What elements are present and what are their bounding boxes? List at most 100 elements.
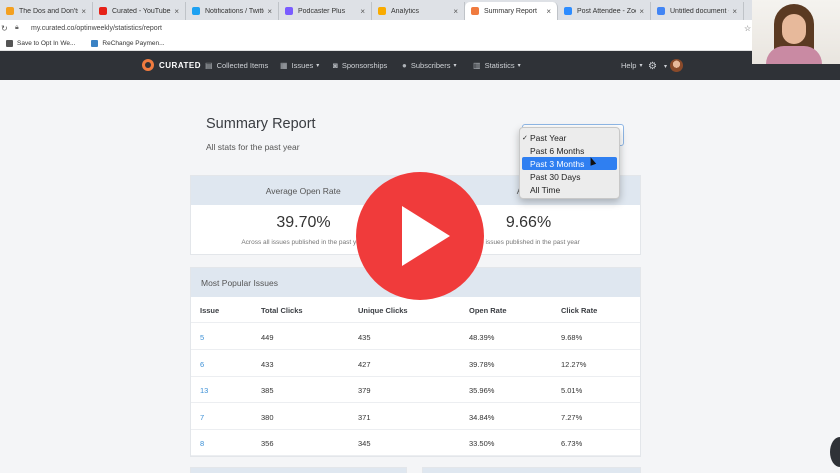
- settings-menu[interactable]: ⚙ ▾: [648, 61, 667, 72]
- nav-statistics[interactable]: ▥ Statistics ▾: [473, 61, 521, 70]
- issue-link[interactable]: 6: [200, 360, 204, 369]
- nav-label: Help: [621, 61, 637, 70]
- table-cell: 12.27%: [561, 359, 587, 369]
- page-title: Summary Report: [206, 116, 316, 132]
- page-subtitle: All stats for the past year: [206, 142, 300, 152]
- table-header-row: Issue Total Clicks Unique Clicks Open Ra…: [191, 297, 640, 323]
- menu-item[interactable]: Past 6 Months: [520, 144, 619, 157]
- brand-logo[interactable]: CURATED: [142, 59, 201, 71]
- nav-collected-items[interactable]: ▤ Collected Items: [205, 61, 268, 70]
- webcam-overlay: [752, 0, 840, 64]
- nav-label: Sponsorships: [341, 61, 388, 70]
- browser-tab[interactable]: Untitled document - G×: [651, 2, 744, 20]
- app-navbar: CURATED ▤ Collected Items ▦ Issues ▾ ◙ S…: [0, 51, 840, 80]
- nav-sponsorships[interactable]: ◙ Sponsorships: [333, 61, 387, 70]
- menu-item[interactable]: Past 30 Days: [520, 170, 619, 183]
- browser-tab[interactable]: Summary Report ×: [465, 2, 558, 20]
- play-button[interactable]: [356, 172, 484, 300]
- nav-issues[interactable]: ▦ Issues ▾: [280, 61, 319, 70]
- tab-close-icon[interactable]: ×: [267, 7, 272, 16]
- browser-tab[interactable]: Podcaster Plus ×: [279, 2, 372, 20]
- table-cell: 433: [261, 359, 274, 369]
- tab-close-icon[interactable]: ×: [81, 7, 86, 16]
- menu-item[interactable]: All Time: [520, 183, 619, 196]
- nav-label: Statistics: [484, 61, 515, 70]
- bookmark-item[interactable]: Save to Opt In We...: [6, 39, 76, 47]
- column-header: Open Rate: [469, 306, 507, 315]
- table-cell: 379: [358, 386, 371, 395]
- nav-subscribers[interactable]: ● Subscribers ▾: [402, 61, 456, 70]
- tab-favicon-icon: [285, 7, 293, 15]
- tab-close-icon[interactable]: ×: [453, 7, 458, 16]
- bookmark-item[interactable]: ReChange Paymen...: [91, 39, 165, 47]
- table-cell: 33.50%: [469, 439, 495, 448]
- reload-icon[interactable]: ↻: [1, 24, 11, 33]
- nav-label: Collected Items: [216, 61, 269, 70]
- bar-chart-icon: ▥: [473, 61, 481, 70]
- url-field[interactable]: my.curated.co/optinweekly/statistics/rep…: [31, 25, 162, 32]
- table-cell: 435: [358, 333, 371, 342]
- tab-title: Curated - YouTube: [112, 7, 171, 15]
- browser-tab[interactable]: Notifications / Twitter ×: [186, 2, 279, 20]
- table-cell: 48.39%: [469, 333, 495, 342]
- tab-title: Summary Report: [484, 7, 537, 15]
- address-bar: ↻ 🔒︎ my.curated.co/optinweekly/statistic…: [0, 20, 840, 36]
- tab-favicon-icon: [6, 7, 14, 15]
- browser-tab-strip: The Dos and Don'ts of×Curated - YouTube×…: [0, 0, 840, 20]
- table-cell: 5.01%: [561, 386, 583, 395]
- issue-link[interactable]: 7: [200, 413, 204, 422]
- bookmark-star-icon[interactable]: ☆: [744, 24, 751, 33]
- tab-close-icon[interactable]: ×: [174, 7, 179, 16]
- column-header: Click Rate: [561, 306, 598, 315]
- table-row: 5 449 435 48.39% 9.68%: [191, 324, 640, 350]
- column-header: Total Clicks: [261, 306, 303, 315]
- table-cell: 449: [261, 333, 274, 342]
- lock-icon[interactable]: 🔒︎: [15, 24, 25, 32]
- tab-favicon-icon: [564, 7, 572, 15]
- tab-title: Podcaster Plus: [298, 7, 346, 15]
- column-header: Issue: [200, 306, 220, 315]
- caret-down-icon: ▾: [517, 63, 521, 69]
- nav-help[interactable]: Help ▾: [621, 61, 642, 70]
- tab-title: Post Attendee - Zoom: [577, 7, 636, 15]
- tab-favicon-icon: [378, 7, 386, 15]
- table-cell: 35.96%: [469, 386, 495, 395]
- bookmark-label: Save to Opt In We...: [17, 39, 76, 47]
- avatar[interactable]: [670, 59, 683, 72]
- table-cell: 39.78%: [469, 359, 495, 369]
- menu-item-label: Past 6 Months: [530, 145, 585, 156]
- tab-close-icon[interactable]: ×: [360, 7, 365, 16]
- menu-item[interactable]: ✓ Past Year: [520, 131, 619, 144]
- tab-favicon-icon: [99, 7, 107, 15]
- table-cell: 356: [261, 439, 274, 448]
- caret-down-icon: ▾: [316, 63, 320, 69]
- browser-tab[interactable]: Analytics ×: [372, 2, 465, 20]
- table-cell: 6.73%: [561, 439, 583, 448]
- browser-tab[interactable]: Curated - YouTube ×: [93, 2, 186, 20]
- browser-tab[interactable]: Post Attendee - Zoom×: [558, 2, 651, 20]
- table-row: 6 433 427 39.78% 12.27%: [191, 351, 640, 377]
- issue-link[interactable]: 5: [200, 333, 204, 342]
- issue-link[interactable]: 13: [200, 386, 208, 395]
- table-row: 13 385 379 35.96% 5.01%: [191, 377, 640, 403]
- menu-item-label: Past Year: [530, 132, 567, 143]
- webcam-face: [782, 14, 806, 44]
- tab-favicon-icon: [192, 7, 200, 15]
- date-range-menu: ✓ Past Year Past 6 Months Past 3 Months Past…: [519, 127, 620, 199]
- secondary-card-top: [422, 467, 641, 473]
- menu-item[interactable]: Past 3 Months: [522, 157, 617, 170]
- checkmark-icon: ✓: [522, 134, 528, 142]
- bookmark-favicon-icon: [91, 39, 99, 47]
- table-row: 7 380 371 34.84% 7.27%: [191, 404, 640, 430]
- nav-label: Subscribers: [410, 61, 451, 70]
- user-icon: ●: [402, 61, 407, 70]
- gear-icon: ⚙: [648, 61, 657, 72]
- issue-link[interactable]: 8: [200, 439, 204, 448]
- tab-close-icon[interactable]: ×: [732, 7, 737, 16]
- tab-title: The Dos and Don'ts of: [19, 7, 78, 15]
- tab-close-icon[interactable]: ×: [639, 7, 644, 16]
- webcam-shirt: [766, 46, 822, 64]
- browser-tab[interactable]: The Dos and Don'ts of×: [0, 2, 93, 20]
- table-cell: 7.27%: [561, 412, 583, 422]
- tab-close-icon[interactable]: ×: [546, 7, 551, 16]
